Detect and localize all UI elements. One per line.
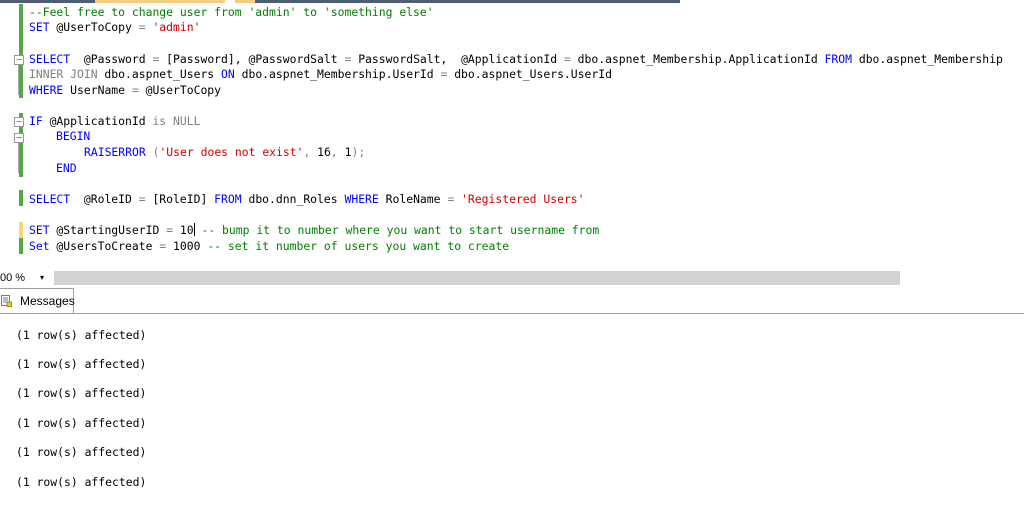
code-line-11: SET @StartingUserID = 10 -- bump it to n… bbox=[29, 223, 600, 237]
code-line-10: SELECT @RoleID = [RoleID] FROM dbo.dnn_R… bbox=[29, 192, 585, 206]
code-line-7: BEGIN bbox=[56, 129, 91, 143]
horizontal-scrollbar[interactable] bbox=[54, 271, 900, 285]
editor-status-bar: 00 % ▾ bbox=[0, 268, 1024, 288]
message-line: (1 row(s) affected) bbox=[16, 475, 147, 489]
tab-messages-label: Messages bbox=[20, 294, 75, 308]
zoom-dropdown[interactable]: 00 % ▾ bbox=[0, 271, 50, 285]
change-bar-saved bbox=[19, 238, 23, 254]
zoom-value: 00 % bbox=[0, 272, 26, 284]
results-tab-bar: Messages bbox=[0, 288, 1024, 314]
code-line-9: END bbox=[56, 161, 77, 175]
change-bar-saved bbox=[19, 4, 23, 50]
query-editor[interactable]: − − − --Feel free to change user from 'a… bbox=[0, 0, 1024, 268]
messages-pane[interactable]: (1 row(s) affected) (1 row(s) affected) … bbox=[0, 314, 1024, 507]
message-line: (1 row(s) affected) bbox=[16, 328, 147, 342]
tab-messages[interactable]: Messages bbox=[0, 288, 75, 313]
code-line-2: SET @UserToCopy = 'admin' bbox=[29, 20, 201, 34]
message-line: (1 row(s) affected) bbox=[16, 445, 147, 459]
change-bar-unsaved bbox=[19, 222, 23, 238]
code-line-8: RAISERROR ('User does not exist', 16, 1)… bbox=[84, 145, 366, 159]
code-line-5: WHERE UserName = @UserToCopy bbox=[29, 83, 222, 97]
change-bar-saved bbox=[19, 190, 23, 206]
chevron-down-icon: ▾ bbox=[40, 273, 45, 282]
message-line: (1 row(s) affected) bbox=[16, 416, 147, 430]
collapse-icon[interactable]: − bbox=[14, 117, 24, 127]
collapse-icon[interactable]: − bbox=[14, 55, 24, 65]
code-line-3: SELECT @Password = [Password], @Password… bbox=[29, 52, 1003, 66]
code-line-4: INNER JOIN dbo.aspnet_Users ON dbo.aspne… bbox=[29, 67, 612, 81]
message-line: (1 row(s) affected) bbox=[16, 386, 147, 400]
code-line-1: --Feel free to change user from 'admin' … bbox=[29, 5, 434, 19]
collapse-icon[interactable]: − bbox=[14, 133, 24, 143]
code-line-12: Set @UsersToCreate = 1000 -- set it numb… bbox=[29, 239, 510, 253]
code-line-6: IF @ApplicationId is NULL bbox=[29, 114, 201, 128]
messages-icon bbox=[1, 295, 12, 307]
message-line: (1 row(s) affected) bbox=[16, 357, 147, 371]
